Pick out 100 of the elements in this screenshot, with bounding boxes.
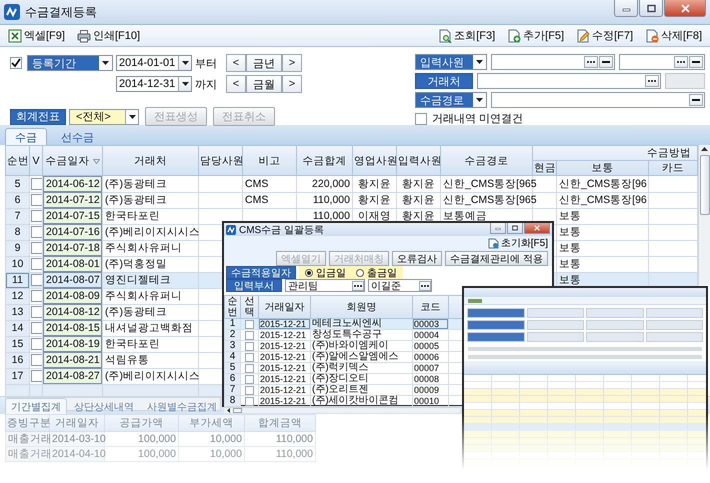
checkbox[interactable] [245, 330, 254, 340]
browse-button[interactable] [645, 75, 659, 87]
checkbox[interactable] [31, 194, 43, 206]
close-button[interactable] [664, 0, 706, 17]
date-field[interactable]: 2014-12-31 [116, 76, 192, 92]
table-cell: 주식회사유퍼니 [102, 288, 198, 304]
scroll-thumb[interactable] [700, 155, 710, 215]
maximize-button[interactable] [639, 0, 663, 17]
text-field[interactable] [491, 54, 615, 70]
checkbox[interactable] [31, 322, 43, 334]
browse-button[interactable] [419, 280, 431, 290]
staff-field[interactable]: 이길준 [368, 279, 432, 292]
table-cell: 2014-07-16 [43, 224, 102, 240]
dropdown-button[interactable] [178, 77, 191, 91]
dropdown-button[interactable] [178, 56, 191, 70]
checkbox[interactable] [31, 290, 43, 302]
field-selector[interactable]: 수금경로 [415, 92, 487, 108]
text-field[interactable] [619, 54, 705, 70]
department-field[interactable]: 관리팀 [285, 279, 365, 292]
field-selector[interactable]: 입력사원 [415, 54, 487, 70]
checkbox[interactable] [245, 352, 254, 362]
browse-button[interactable] [674, 56, 688, 68]
search-button[interactable]: 조회[F3] [436, 26, 498, 44]
checkbox[interactable] [31, 226, 43, 238]
action-button[interactable]: 수금결제관리에 적용 [445, 251, 548, 266]
browse-button[interactable] [584, 56, 598, 68]
period-button[interactable]: 금월 [246, 75, 282, 93]
next-button[interactable]: > [282, 75, 302, 93]
radio-option[interactable]: 출금일 [356, 266, 397, 280]
radio-button[interactable] [356, 268, 364, 276]
maximize-button[interactable] [507, 223, 523, 234]
browse-button[interactable] [352, 280, 364, 290]
row-number: 2 [224, 330, 240, 340]
scroll-up-icon [701, 147, 708, 151]
checkbox[interactable] [10, 57, 22, 69]
checkbox[interactable] [415, 112, 427, 124]
field-label: 거래처 [415, 73, 473, 89]
checkbox[interactable] [245, 320, 254, 328]
row-number: 11 [6, 272, 30, 288]
reset-button[interactable]: 초기화[F5] [488, 236, 548, 250]
caret-icon [182, 61, 188, 65]
voucher-dropdown[interactable]: <전체> [69, 108, 139, 124]
table-cell: 매출거래 [6, 446, 50, 462]
excel-button[interactable]: 엑셀[F9] [6, 26, 67, 44]
checkbox[interactable] [245, 364, 254, 372]
date-field[interactable]: 2014-01-01 [116, 55, 192, 71]
checkbox[interactable] [245, 342, 254, 350]
edit-button[interactable]: 수정[F7] [574, 26, 636, 44]
checkbox[interactable] [31, 258, 43, 270]
close-button[interactable] [524, 223, 550, 234]
document-add-icon [507, 28, 522, 42]
clear-button[interactable] [689, 56, 703, 68]
table-cell: 2014-03-10 [50, 432, 104, 446]
vertical-scrollbar[interactable] [698, 145, 710, 285]
delete-button[interactable]: 삭제[F8] [643, 26, 704, 44]
column-header: 부가세액 [190, 416, 234, 430]
checkbox[interactable] [31, 354, 43, 366]
table-cell: 보통 [556, 240, 648, 256]
dropdown-button[interactable] [125, 110, 138, 124]
checkbox[interactable] [31, 242, 43, 254]
checkbox[interactable] [31, 210, 43, 222]
add-button[interactable]: 추가[F5] [505, 26, 566, 44]
checkbox[interactable] [31, 178, 43, 190]
table-cell: 110,000 [244, 432, 316, 446]
previous-button[interactable]: < [226, 54, 246, 72]
checkbox-label: 거래내역 미연결건 [432, 112, 524, 126]
checkbox[interactable] [31, 274, 43, 286]
print-button[interactable]: 인쇄[F10] [74, 26, 142, 44]
clear-button[interactable] [599, 56, 613, 68]
checkbox[interactable] [245, 374, 254, 384]
field-selector[interactable]: 등록기간 [27, 55, 113, 71]
period-button[interactable]: 금년 [246, 54, 282, 72]
checkbox[interactable] [31, 370, 43, 382]
tab[interactable]: 선수금 [51, 128, 104, 145]
text-field[interactable] [491, 92, 705, 108]
row-number: 5 [6, 176, 30, 192]
app-logo-icon [4, 4, 20, 20]
previous-button[interactable]: < [226, 75, 246, 93]
tab[interactable]: 기간별집계 [5, 398, 67, 414]
tab[interactable]: 수금 [5, 128, 47, 145]
checkbox[interactable] [245, 386, 254, 394]
clear-button[interactable] [689, 94, 703, 106]
checkbox[interactable] [31, 306, 43, 318]
document-delete-icon [645, 28, 660, 42]
radio-option[interactable]: 입금일 [305, 266, 346, 280]
close-icon [533, 225, 541, 231]
row-number: 8 [224, 396, 240, 406]
tab[interactable]: 상단상세내역 [68, 398, 140, 414]
column-header: 순번 [7, 154, 29, 168]
radio-button[interactable] [305, 268, 313, 276]
table-cell: (주)동광테크 [102, 192, 198, 208]
action-button[interactable]: 오류검사 [392, 251, 442, 266]
text-field[interactable] [477, 73, 661, 89]
checkbox[interactable] [245, 396, 254, 406]
minimize-button[interactable] [490, 223, 506, 234]
next-button[interactable]: > [282, 54, 302, 72]
column-header: 합계금액 [258, 416, 302, 430]
scroll-thumb[interactable] [233, 408, 242, 413]
column-header: 영업사원 [354, 154, 398, 168]
checkbox[interactable] [31, 338, 43, 350]
